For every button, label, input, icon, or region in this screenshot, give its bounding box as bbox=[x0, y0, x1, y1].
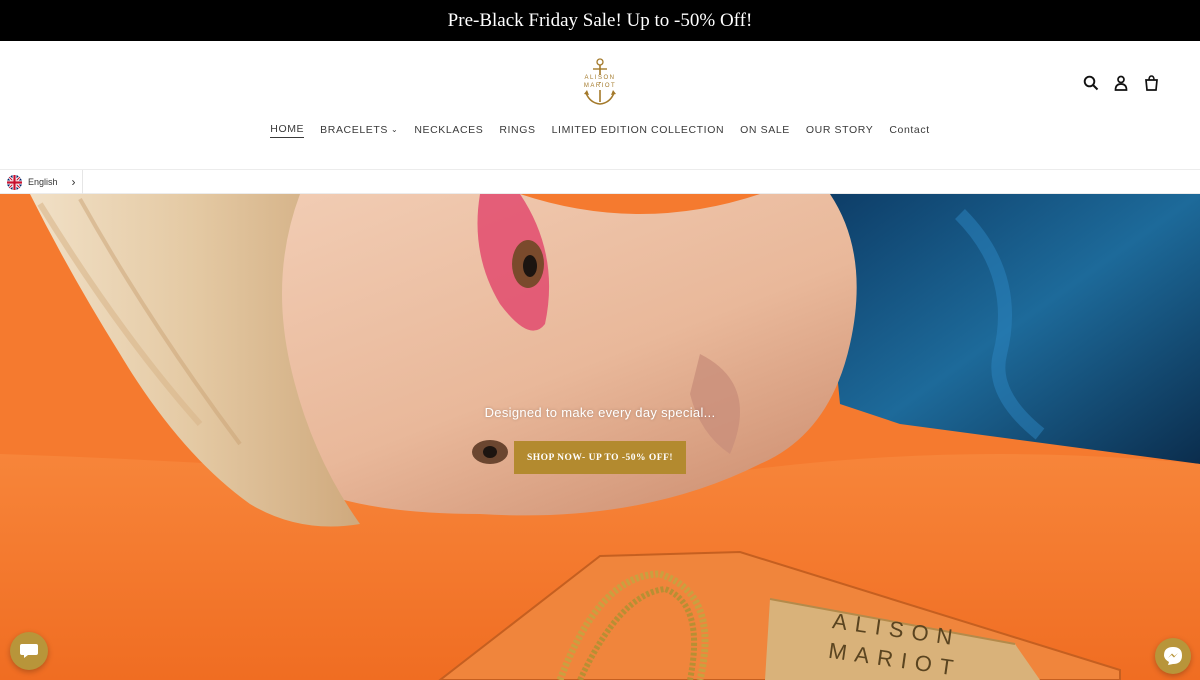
nav-item-our-story[interactable]: OUR STORY bbox=[806, 123, 873, 138]
nav-label: BRACELETS bbox=[320, 123, 389, 136]
nav-label: NECKLACES bbox=[414, 123, 484, 136]
nav-label: Contact bbox=[889, 123, 930, 136]
nav-label: RINGS bbox=[499, 123, 536, 136]
hero-tagline: Designed to make every day special... bbox=[484, 405, 716, 420]
nav-item-rings[interactable]: RINGS bbox=[499, 123, 535, 138]
search-icon[interactable] bbox=[1082, 73, 1100, 93]
logo-text-line2: MARIOT bbox=[578, 83, 622, 90]
account-icon[interactable] bbox=[1112, 73, 1130, 93]
nav-item-necklaces[interactable]: NECKLACES bbox=[414, 123, 483, 138]
nav-label: ON SALE bbox=[740, 123, 790, 136]
nav-item-limited-edition[interactable]: LIMITED EDITION COLLECTION bbox=[552, 123, 725, 138]
language-bar: English › bbox=[0, 169, 1200, 194]
logo-text-line1: ALISON bbox=[578, 75, 622, 82]
language-label: English bbox=[28, 177, 58, 187]
nav-item-on-sale[interactable]: ON SALE bbox=[740, 123, 790, 138]
cart-icon[interactable] bbox=[1142, 73, 1160, 93]
announcement-text: Pre-Black Friday Sale! Up to -50% Off! bbox=[447, 9, 753, 31]
uk-flag-icon bbox=[7, 174, 22, 190]
messenger-icon[interactable] bbox=[1155, 638, 1191, 674]
language-selector[interactable]: English › bbox=[0, 170, 83, 194]
nav-item-contact[interactable]: Contact bbox=[889, 123, 929, 138]
announcement-bar: Pre-Black Friday Sale! Up to -50% Off! bbox=[0, 0, 1200, 41]
nav-label: OUR STORY bbox=[805, 123, 874, 136]
hero-image bbox=[0, 194, 1200, 680]
nav-label: HOME bbox=[270, 123, 305, 135]
nav-item-bracelets[interactable]: BRACELETS ⌄ bbox=[320, 123, 398, 138]
nav-item-home[interactable]: HOME bbox=[270, 123, 305, 138]
site-header: ALISON MARIOT HOME BRACELETS ⌄ NECKLACES … bbox=[0, 41, 1200, 169]
header-icons bbox=[1082, 73, 1160, 93]
shop-now-button[interactable]: SHOP NOW- UP TO -50% OFF! bbox=[514, 441, 686, 474]
hero-banner: ALISON MARIOT Designed to make every day… bbox=[0, 194, 1200, 680]
chevron-right-icon: › bbox=[71, 175, 76, 189]
chat-icon[interactable] bbox=[10, 632, 48, 670]
main-nav: HOME BRACELETS ⌄ NECKLACES RINGS LIMITED … bbox=[0, 123, 1200, 138]
nav-label: LIMITED EDITION COLLECTION bbox=[551, 123, 725, 136]
chevron-down-icon: ⌄ bbox=[391, 125, 399, 134]
brand-logo[interactable]: ALISON MARIOT bbox=[578, 57, 622, 109]
